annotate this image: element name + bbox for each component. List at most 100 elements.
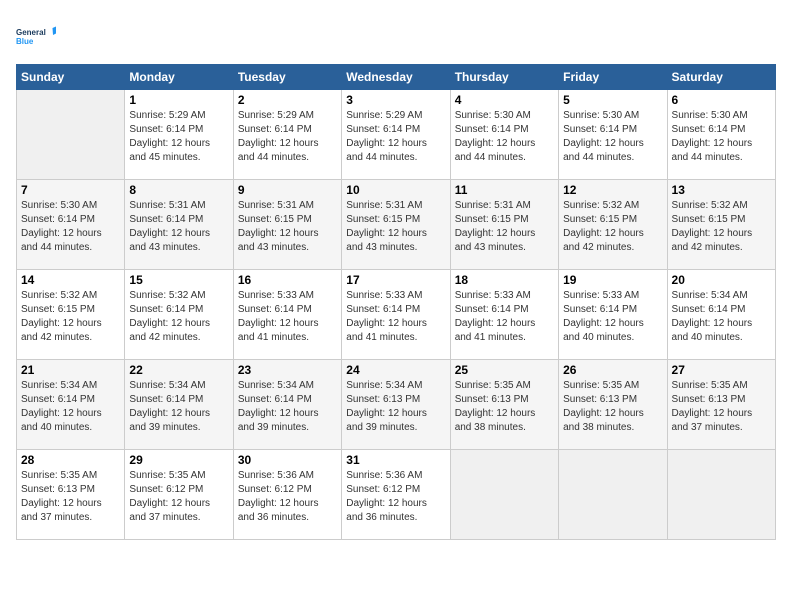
calendar-cell: 9 Sunrise: 5:31 AM Sunset: 6:15 PM Daylig… — [233, 180, 341, 270]
day-info: Sunrise: 5:32 AM Sunset: 6:14 PM Dayligh… — [129, 289, 228, 345]
day-info: Sunrise: 5:29 AM Sunset: 6:14 PM Dayligh… — [346, 109, 445, 165]
week-row-4: 21Sunrise: 5:34 AM Sunset: 6:14 PM Dayli… — [17, 360, 776, 450]
day-info: Sunrise: 5:32 AM Sunset: 6:15 PM Dayligh… — [563, 199, 662, 255]
day-number: 6 — [672, 93, 771, 107]
day-info: Sunrise: 5:35 AM Sunset: 6:13 PM Dayligh… — [455, 379, 554, 435]
page-header: General Blue — [16, 16, 776, 56]
day-info: Sunrise: 5:33 AM Sunset: 6:14 PM Dayligh… — [563, 289, 662, 345]
day-info: Sunrise: 5:30 AM Sunset: 6:14 PM Dayligh… — [672, 109, 771, 165]
day-info: Sunrise: 5:33 AM Sunset: 6:14 PM Dayligh… — [455, 289, 554, 345]
day-info: Sunrise: 5:31 AM Sunset: 6:15 PM Dayligh… — [238, 199, 337, 255]
calendar-cell: 17 Sunrise: 5:33 AM Sunset: 6:14 PM Dayli… — [342, 270, 450, 360]
day-info: Sunrise: 5:35 AM Sunset: 6:13 PM Dayligh… — [672, 379, 771, 435]
calendar-cell: 29 Sunrise: 5:35 AM Sunset: 6:12 PM Dayli… — [125, 450, 233, 540]
calendar-cell: 20Sunrise: 5:34 AM Sunset: 6:14 PM Dayli… — [667, 270, 775, 360]
calendar-cell: 11Sunrise: 5:31 AM Sunset: 6:15 PM Dayli… — [450, 180, 558, 270]
day-number: 7 — [21, 183, 120, 197]
calendar-cell: 6 Sunrise: 5:30 AM Sunset: 6:14 PM Daylig… — [667, 90, 775, 180]
day-number: 8 — [129, 183, 228, 197]
day-number: 26 — [563, 363, 662, 377]
day-number: 14 — [21, 273, 120, 287]
calendar-cell: 26 Sunrise: 5:35 AM Sunset: 6:13 PM Dayli… — [559, 360, 667, 450]
calendar-cell — [17, 90, 125, 180]
day-number: 17 — [346, 273, 445, 287]
calendar-cell: 13 Sunrise: 5:32 AM Sunset: 6:15 PM Dayli… — [667, 180, 775, 270]
day-number: 23 — [238, 363, 337, 377]
day-info: Sunrise: 5:33 AM Sunset: 6:14 PM Dayligh… — [346, 289, 445, 345]
week-row-3: 14 Sunrise: 5:32 AM Sunset: 6:15 PM Dayli… — [17, 270, 776, 360]
day-number: 27 — [672, 363, 771, 377]
day-info: Sunrise: 5:32 AM Sunset: 6:15 PM Dayligh… — [21, 289, 120, 345]
calendar-cell: 19 Sunrise: 5:33 AM Sunset: 6:14 PM Dayli… — [559, 270, 667, 360]
day-info: Sunrise: 5:32 AM Sunset: 6:15 PM Dayligh… — [672, 199, 771, 255]
day-info: Sunrise: 5:35 AM Sunset: 6:12 PM Dayligh… — [129, 469, 228, 525]
day-number: 30 — [238, 453, 337, 467]
day-number: 9 — [238, 183, 337, 197]
day-number: 29 — [129, 453, 228, 467]
day-info: Sunrise: 5:35 AM Sunset: 6:13 PM Dayligh… — [563, 379, 662, 435]
day-number: 25 — [455, 363, 554, 377]
calendar-cell: 31 Sunrise: 5:36 AM Sunset: 6:12 PM Dayli… — [342, 450, 450, 540]
svg-text:General: General — [16, 28, 46, 37]
day-info: Sunrise: 5:34 AM Sunset: 6:14 PM Dayligh… — [129, 379, 228, 435]
day-number: 22 — [129, 363, 228, 377]
logo: General Blue — [16, 16, 56, 56]
day-number: 31 — [346, 453, 445, 467]
day-info: Sunrise: 5:34 AM Sunset: 6:14 PM Dayligh… — [21, 379, 120, 435]
calendar-cell: 25 Sunrise: 5:35 AM Sunset: 6:13 PM Dayli… — [450, 360, 558, 450]
col-header-saturday: Saturday — [667, 65, 775, 90]
day-number: 19 — [563, 273, 662, 287]
calendar-cell: 8 Sunrise: 5:31 AM Sunset: 6:14 PM Daylig… — [125, 180, 233, 270]
calendar-cell: 16 Sunrise: 5:33 AM Sunset: 6:14 PM Dayli… — [233, 270, 341, 360]
day-info: Sunrise: 5:35 AM Sunset: 6:13 PM Dayligh… — [21, 469, 120, 525]
calendar-cell: 7Sunrise: 5:30 AM Sunset: 6:14 PM Daylig… — [17, 180, 125, 270]
calendar-cell — [667, 450, 775, 540]
calendar-cell: 2 Sunrise: 5:29 AM Sunset: 6:14 PM Daylig… — [233, 90, 341, 180]
col-header-wednesday: Wednesday — [342, 65, 450, 90]
day-info: Sunrise: 5:31 AM Sunset: 6:15 PM Dayligh… — [346, 199, 445, 255]
day-number: 28 — [21, 453, 120, 467]
col-header-thursday: Thursday — [450, 65, 558, 90]
calendar-header: SundayMondayTuesdayWednesdayThursdayFrid… — [17, 65, 776, 90]
calendar-cell: 14 Sunrise: 5:32 AM Sunset: 6:15 PM Dayli… — [17, 270, 125, 360]
calendar-cell: 21Sunrise: 5:34 AM Sunset: 6:14 PM Dayli… — [17, 360, 125, 450]
calendar-cell: 15Sunrise: 5:32 AM Sunset: 6:14 PM Dayli… — [125, 270, 233, 360]
calendar-cell: 28 Sunrise: 5:35 AM Sunset: 6:13 PM Dayli… — [17, 450, 125, 540]
calendar-cell: 10 Sunrise: 5:31 AM Sunset: 6:15 PM Dayli… — [342, 180, 450, 270]
day-number: 24 — [346, 363, 445, 377]
calendar-cell: 27 Sunrise: 5:35 AM Sunset: 6:13 PM Dayli… — [667, 360, 775, 450]
day-info: Sunrise: 5:36 AM Sunset: 6:12 PM Dayligh… — [346, 469, 445, 525]
day-info: Sunrise: 5:36 AM Sunset: 6:12 PM Dayligh… — [238, 469, 337, 525]
col-header-tuesday: Tuesday — [233, 65, 341, 90]
day-info: Sunrise: 5:31 AM Sunset: 6:14 PM Dayligh… — [129, 199, 228, 255]
calendar-cell: 5 Sunrise: 5:30 AM Sunset: 6:14 PM Daylig… — [559, 90, 667, 180]
calendar-cell: 3 Sunrise: 5:29 AM Sunset: 6:14 PM Daylig… — [342, 90, 450, 180]
col-header-friday: Friday — [559, 65, 667, 90]
day-info: Sunrise: 5:29 AM Sunset: 6:14 PM Dayligh… — [238, 109, 337, 165]
calendar-cell: 12Sunrise: 5:32 AM Sunset: 6:15 PM Dayli… — [559, 180, 667, 270]
day-number: 10 — [346, 183, 445, 197]
calendar-table: SundayMondayTuesdayWednesdayThursdayFrid… — [16, 64, 776, 540]
day-info: Sunrise: 5:30 AM Sunset: 6:14 PM Dayligh… — [563, 109, 662, 165]
week-row-1: 1Sunrise: 5:29 AM Sunset: 6:14 PM Daylig… — [17, 90, 776, 180]
day-number: 16 — [238, 273, 337, 287]
day-number: 13 — [672, 183, 771, 197]
day-info: Sunrise: 5:33 AM Sunset: 6:14 PM Dayligh… — [238, 289, 337, 345]
day-number: 5 — [563, 93, 662, 107]
calendar-cell: 18Sunrise: 5:33 AM Sunset: 6:14 PM Dayli… — [450, 270, 558, 360]
day-number: 4 — [455, 93, 554, 107]
day-info: Sunrise: 5:34 AM Sunset: 6:13 PM Dayligh… — [346, 379, 445, 435]
calendar-cell: 24 Sunrise: 5:34 AM Sunset: 6:13 PM Dayli… — [342, 360, 450, 450]
day-info: Sunrise: 5:34 AM Sunset: 6:14 PM Dayligh… — [238, 379, 337, 435]
week-row-5: 28 Sunrise: 5:35 AM Sunset: 6:13 PM Dayli… — [17, 450, 776, 540]
day-number: 20 — [672, 273, 771, 287]
day-number: 2 — [238, 93, 337, 107]
calendar-cell — [559, 450, 667, 540]
day-number: 3 — [346, 93, 445, 107]
logo-svg: General Blue — [16, 16, 56, 56]
calendar-cell: 22 Sunrise: 5:34 AM Sunset: 6:14 PM Dayli… — [125, 360, 233, 450]
day-number: 11 — [455, 183, 554, 197]
calendar-cell — [450, 450, 558, 540]
col-header-sunday: Sunday — [17, 65, 125, 90]
col-header-monday: Monday — [125, 65, 233, 90]
